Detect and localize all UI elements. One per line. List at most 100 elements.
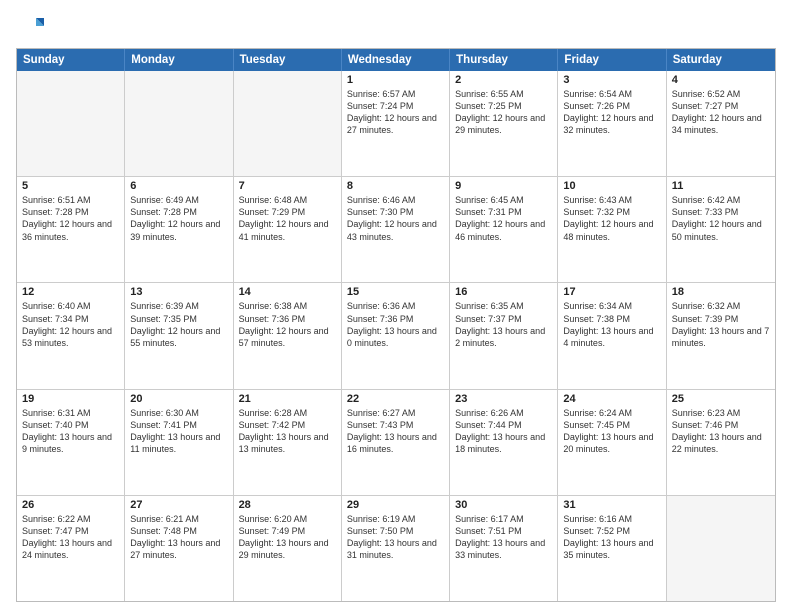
- calendar-cell-r2c0: 12 Sunrise: 6:40 AM Sunset: 7:34 PM Dayli…: [17, 283, 125, 388]
- day-info: Sunrise: 6:32 AM Sunset: 7:39 PM Dayligh…: [672, 300, 770, 349]
- day-number: 19: [22, 393, 119, 405]
- day-info: Sunrise: 6:40 AM Sunset: 7:34 PM Dayligh…: [22, 300, 119, 349]
- day-number: 15: [347, 286, 444, 298]
- day-info: Sunrise: 6:23 AM Sunset: 7:46 PM Dayligh…: [672, 407, 770, 456]
- day-number: 11: [672, 180, 770, 192]
- calendar-cell-r1c5: 10 Sunrise: 6:43 AM Sunset: 7:32 PM Dayli…: [558, 177, 666, 282]
- day-number: 13: [130, 286, 227, 298]
- calendar-cell-r1c4: 9Sunrise: 6:45 AM Sunset: 7:31 PM Daylig…: [450, 177, 558, 282]
- day-number: 7: [239, 180, 336, 192]
- calendar-cell-r4c0: 26Sunrise: 6:22 AM Sunset: 7:47 PM Dayli…: [17, 496, 125, 601]
- calendar-cell-r2c6: 18 Sunrise: 6:32 AM Sunset: 7:39 PM Dayli…: [667, 283, 775, 388]
- day-info: Sunrise: 6:21 AM Sunset: 7:48 PM Dayligh…: [130, 513, 227, 562]
- logo: [16, 12, 50, 40]
- day-number: 12: [22, 286, 119, 298]
- calendar-cell-r2c2: 14 Sunrise: 6:38 AM Sunset: 7:36 PM Dayli…: [234, 283, 342, 388]
- calendar: SundayMondayTuesdayWednesdayThursdayFrid…: [16, 48, 776, 602]
- day-info: Sunrise: 6:51 AM Sunset: 7:28 PM Dayligh…: [22, 194, 119, 243]
- header: [16, 12, 776, 40]
- day-number: 22: [347, 393, 444, 405]
- header-day-sunday: Sunday: [17, 49, 125, 71]
- day-number: 4: [672, 74, 770, 86]
- day-info: Sunrise: 6:16 AM Sunset: 7:52 PM Dayligh…: [563, 513, 660, 562]
- day-number: 5: [22, 180, 119, 192]
- day-info: Sunrise: 6:49 AM Sunset: 7:28 PM Dayligh…: [130, 194, 227, 243]
- day-number: 6: [130, 180, 227, 192]
- day-number: 10: [563, 180, 660, 192]
- day-number: 3: [563, 74, 660, 86]
- day-number: 21: [239, 393, 336, 405]
- day-info: Sunrise: 6:52 AM Sunset: 7:27 PM Dayligh…: [672, 88, 770, 137]
- calendar-cell-r0c6: 4 Sunrise: 6:52 AM Sunset: 7:27 PM Daylig…: [667, 71, 775, 176]
- calendar-header: SundayMondayTuesdayWednesdayThursdayFrid…: [17, 49, 775, 71]
- calendar-row-2: 12 Sunrise: 6:40 AM Sunset: 7:34 PM Dayli…: [17, 282, 775, 388]
- day-number: 20: [130, 393, 227, 405]
- day-info: Sunrise: 6:27 AM Sunset: 7:43 PM Dayligh…: [347, 407, 444, 456]
- day-info: Sunrise: 6:46 AM Sunset: 7:30 PM Dayligh…: [347, 194, 444, 243]
- day-number: 1: [347, 74, 444, 86]
- day-number: 17: [563, 286, 660, 298]
- calendar-cell-r1c1: 6 Sunrise: 6:49 AM Sunset: 7:28 PM Daylig…: [125, 177, 233, 282]
- day-info: Sunrise: 6:31 AM Sunset: 7:40 PM Dayligh…: [22, 407, 119, 456]
- day-number: 24: [563, 393, 660, 405]
- header-day-saturday: Saturday: [667, 49, 775, 71]
- calendar-cell-r4c6: [667, 496, 775, 601]
- calendar-cell-r1c2: 7 Sunrise: 6:48 AM Sunset: 7:29 PM Daylig…: [234, 177, 342, 282]
- day-info: Sunrise: 6:36 AM Sunset: 7:36 PM Dayligh…: [347, 300, 444, 349]
- day-info: Sunrise: 6:35 AM Sunset: 7:37 PM Dayligh…: [455, 300, 552, 349]
- calendar-cell-r1c6: 11 Sunrise: 6:42 AM Sunset: 7:33 PM Dayli…: [667, 177, 775, 282]
- header-day-wednesday: Wednesday: [342, 49, 450, 71]
- calendar-cell-r0c5: 3 Sunrise: 6:54 AM Sunset: 7:26 PM Daylig…: [558, 71, 666, 176]
- calendar-cell-r2c5: 17 Sunrise: 6:34 AM Sunset: 7:38 PM Dayli…: [558, 283, 666, 388]
- calendar-cell-r3c1: 20Sunrise: 6:30 AM Sunset: 7:41 PM Dayli…: [125, 390, 233, 495]
- day-info: Sunrise: 6:26 AM Sunset: 7:44 PM Dayligh…: [455, 407, 552, 456]
- day-info: Sunrise: 6:34 AM Sunset: 7:38 PM Dayligh…: [563, 300, 660, 349]
- day-info: Sunrise: 6:54 AM Sunset: 7:26 PM Dayligh…: [563, 88, 660, 137]
- header-day-monday: Monday: [125, 49, 233, 71]
- day-number: 31: [563, 499, 660, 511]
- calendar-body: 1 Sunrise: 6:57 AM Sunset: 7:24 PM Daylig…: [17, 71, 775, 601]
- day-info: Sunrise: 6:17 AM Sunset: 7:51 PM Dayligh…: [455, 513, 552, 562]
- day-number: 18: [672, 286, 770, 298]
- calendar-cell-r0c1: [125, 71, 233, 176]
- header-day-tuesday: Tuesday: [234, 49, 342, 71]
- day-info: Sunrise: 6:48 AM Sunset: 7:29 PM Dayligh…: [239, 194, 336, 243]
- calendar-cell-r2c4: 16 Sunrise: 6:35 AM Sunset: 7:37 PM Dayli…: [450, 283, 558, 388]
- logo-icon: [16, 12, 44, 40]
- day-number: 14: [239, 286, 336, 298]
- day-info: Sunrise: 6:28 AM Sunset: 7:42 PM Dayligh…: [239, 407, 336, 456]
- calendar-row-4: 26Sunrise: 6:22 AM Sunset: 7:47 PM Dayli…: [17, 495, 775, 601]
- day-info: Sunrise: 6:22 AM Sunset: 7:47 PM Dayligh…: [22, 513, 119, 562]
- day-number: 30: [455, 499, 552, 511]
- calendar-cell-r4c3: 29Sunrise: 6:19 AM Sunset: 7:50 PM Dayli…: [342, 496, 450, 601]
- calendar-cell-r4c4: 30 Sunrise: 6:17 AM Sunset: 7:51 PM Dayli…: [450, 496, 558, 601]
- day-number: 16: [455, 286, 552, 298]
- calendar-cell-r3c0: 19 Sunrise: 6:31 AM Sunset: 7:40 PM Dayli…: [17, 390, 125, 495]
- day-info: Sunrise: 6:43 AM Sunset: 7:32 PM Dayligh…: [563, 194, 660, 243]
- calendar-row-1: 5 Sunrise: 6:51 AM Sunset: 7:28 PM Daylig…: [17, 176, 775, 282]
- calendar-cell-r3c2: 21 Sunrise: 6:28 AM Sunset: 7:42 PM Dayli…: [234, 390, 342, 495]
- calendar-cell-r0c4: 2 Sunrise: 6:55 AM Sunset: 7:25 PM Daylig…: [450, 71, 558, 176]
- day-number: 23: [455, 393, 552, 405]
- calendar-cell-r0c3: 1 Sunrise: 6:57 AM Sunset: 7:24 PM Daylig…: [342, 71, 450, 176]
- day-info: Sunrise: 6:57 AM Sunset: 7:24 PM Dayligh…: [347, 88, 444, 137]
- day-info: Sunrise: 6:45 AM Sunset: 7:31 PM Dayligh…: [455, 194, 552, 243]
- day-number: 27: [130, 499, 227, 511]
- day-number: 28: [239, 499, 336, 511]
- day-info: Sunrise: 6:20 AM Sunset: 7:49 PM Dayligh…: [239, 513, 336, 562]
- calendar-cell-r0c2: [234, 71, 342, 176]
- calendar-cell-r4c2: 28 Sunrise: 6:20 AM Sunset: 7:49 PM Dayli…: [234, 496, 342, 601]
- calendar-cell-r4c1: 27 Sunrise: 6:21 AM Sunset: 7:48 PM Dayli…: [125, 496, 233, 601]
- day-info: Sunrise: 6:55 AM Sunset: 7:25 PM Dayligh…: [455, 88, 552, 137]
- day-info: Sunrise: 6:42 AM Sunset: 7:33 PM Dayligh…: [672, 194, 770, 243]
- calendar-cell-r1c3: 8Sunrise: 6:46 AM Sunset: 7:30 PM Daylig…: [342, 177, 450, 282]
- calendar-cell-r0c0: [17, 71, 125, 176]
- calendar-row-0: 1 Sunrise: 6:57 AM Sunset: 7:24 PM Daylig…: [17, 71, 775, 176]
- calendar-cell-r3c6: 25Sunrise: 6:23 AM Sunset: 7:46 PM Dayli…: [667, 390, 775, 495]
- calendar-cell-r4c5: 31 Sunrise: 6:16 AM Sunset: 7:52 PM Dayli…: [558, 496, 666, 601]
- calendar-cell-r2c1: 13Sunrise: 6:39 AM Sunset: 7:35 PM Dayli…: [125, 283, 233, 388]
- day-info: Sunrise: 6:24 AM Sunset: 7:45 PM Dayligh…: [563, 407, 660, 456]
- calendar-cell-r3c5: 24 Sunrise: 6:24 AM Sunset: 7:45 PM Dayli…: [558, 390, 666, 495]
- day-number: 2: [455, 74, 552, 86]
- day-info: Sunrise: 6:38 AM Sunset: 7:36 PM Dayligh…: [239, 300, 336, 349]
